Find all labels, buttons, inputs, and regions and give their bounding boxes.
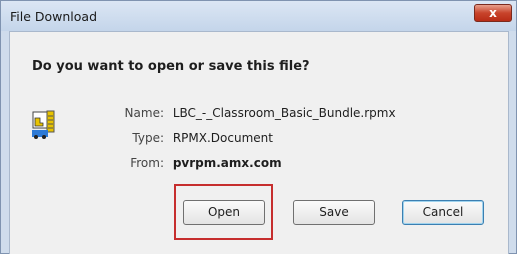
- from-row: From: pvrpm.amx.com: [110, 151, 396, 176]
- cancel-button[interactable]: Cancel: [402, 200, 484, 225]
- type-label: Type:: [132, 131, 164, 145]
- type-value: RPMX.Document: [172, 131, 273, 145]
- from-value: pvrpm.amx.com: [172, 156, 282, 170]
- open-button[interactable]: Open: [183, 200, 265, 225]
- type-row: Type: RPMX.Document: [110, 126, 396, 151]
- window-title: File Download: [10, 9, 98, 24]
- rpmx-file-icon: [32, 110, 55, 139]
- dialog-question: Do you want to open or save this file?: [32, 59, 310, 74]
- title-bar[interactable]: File Download x: [1, 1, 516, 31]
- close-button[interactable]: x: [474, 4, 512, 22]
- name-label: Name:: [124, 106, 164, 120]
- file-download-window: File Download x Do you want to open or s…: [0, 0, 517, 254]
- save-button[interactable]: Save: [293, 200, 375, 225]
- dialog-body: Do you want to open or save this file? N…: [9, 31, 509, 254]
- file-details: Name: LBC_-_Classroom_Basic_Bundle.rpmx …: [110, 101, 396, 176]
- name-value: LBC_-_Classroom_Basic_Bundle.rpmx: [172, 106, 396, 120]
- from-label: From:: [130, 156, 164, 170]
- name-row: Name: LBC_-_Classroom_Basic_Bundle.rpmx: [110, 101, 396, 126]
